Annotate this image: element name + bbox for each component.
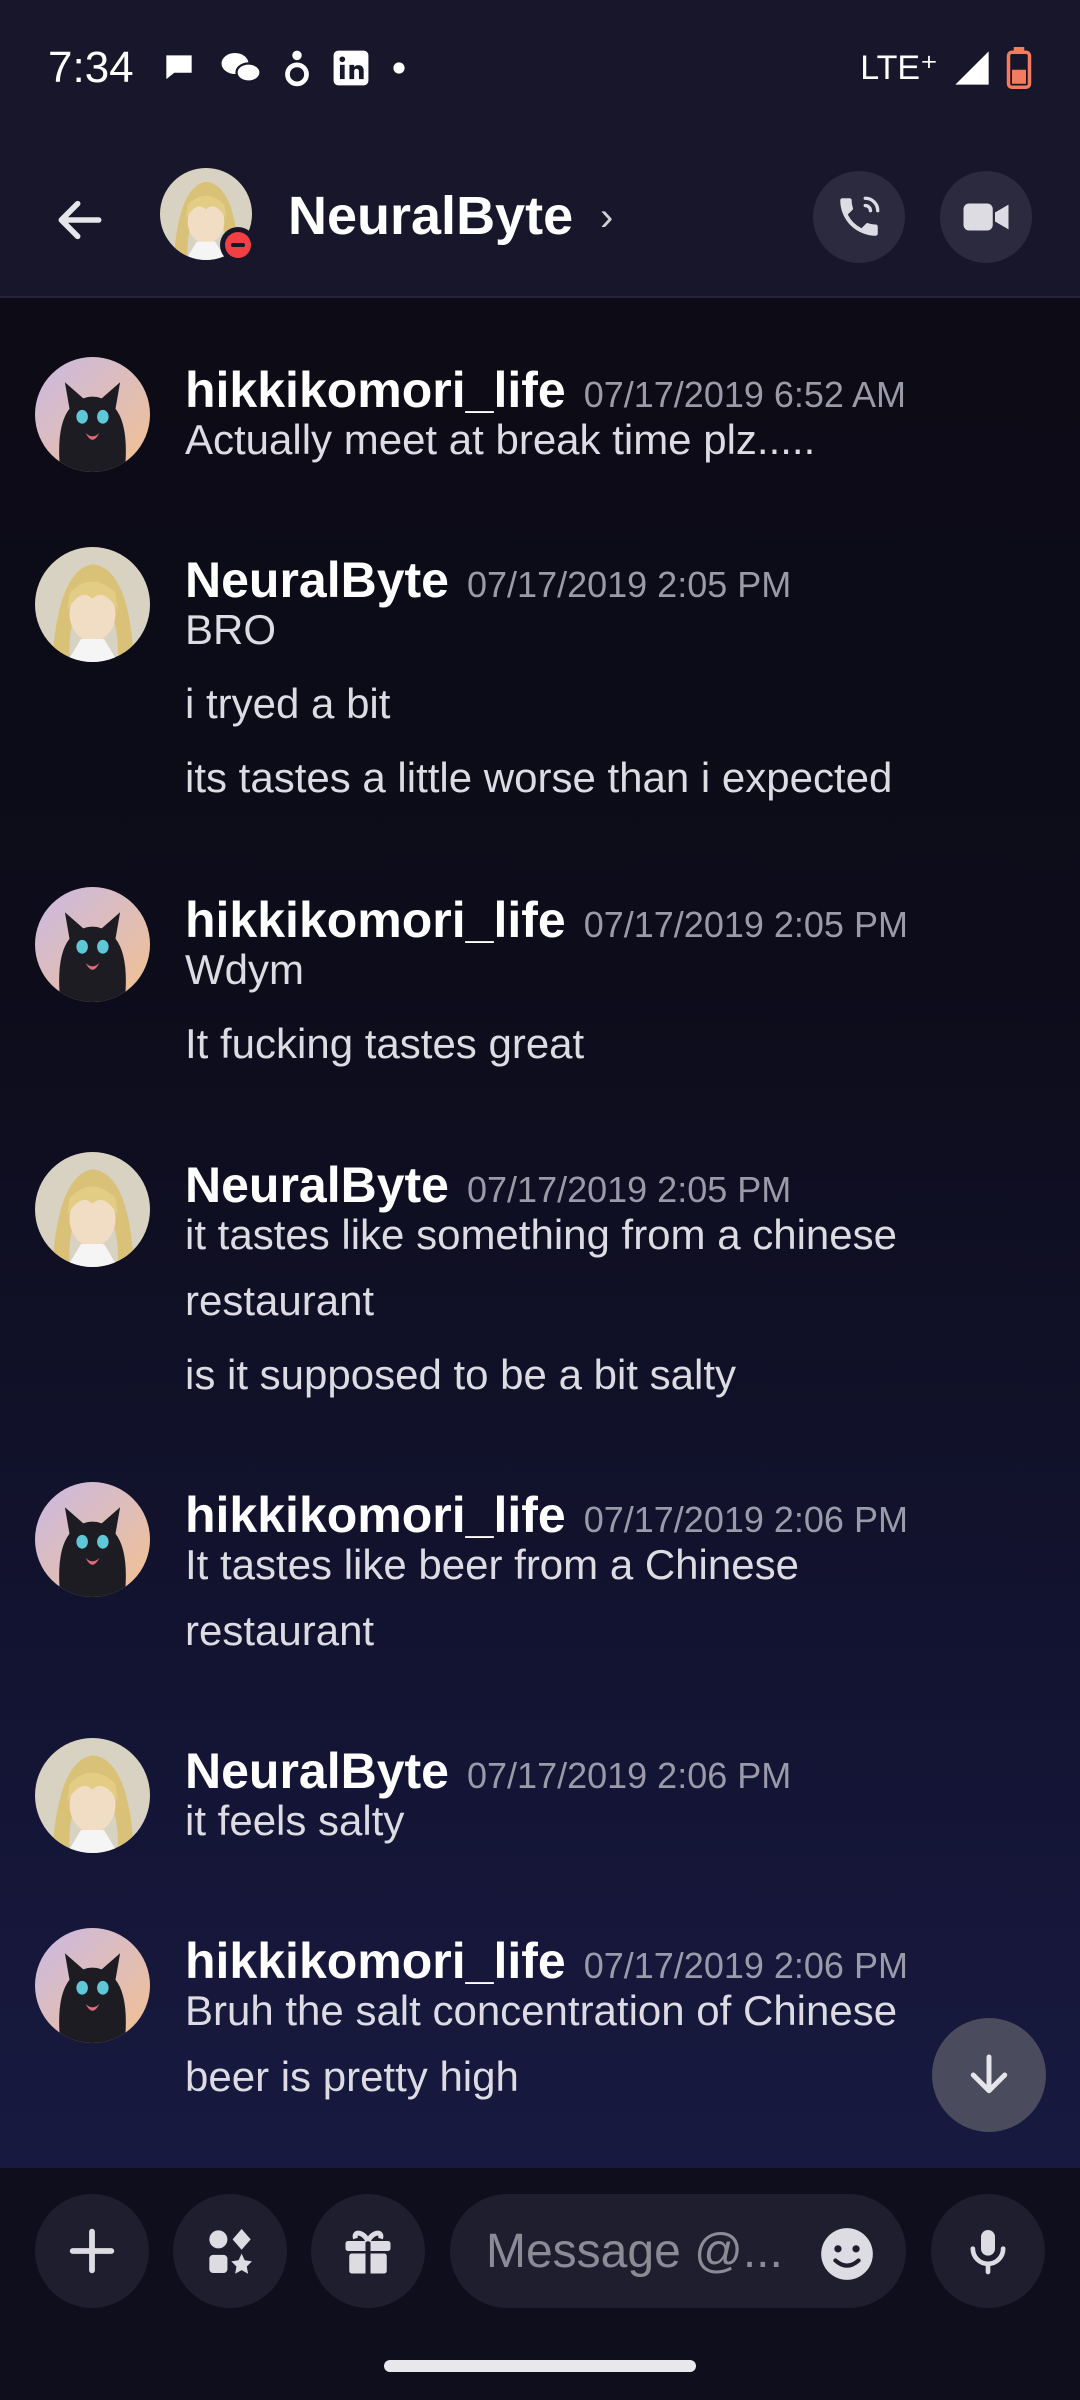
chat-header: NeuralByte › (0, 135, 1080, 298)
battery-icon (1006, 46, 1032, 89)
status-time: 7:34 (48, 42, 134, 92)
message-text: its tastes a little worse than i expecte… (185, 754, 893, 801)
video-camera-icon (963, 203, 1009, 231)
back-button[interactable] (40, 180, 120, 260)
avatar[interactable] (35, 547, 150, 662)
emoji-icon (821, 2228, 873, 2280)
apps-icon (209, 2229, 252, 2274)
gift-icon (345, 2230, 391, 2274)
home-indicator[interactable] (384, 2360, 696, 2372)
message-text: Bruh the salt concentration of Chinese (185, 1987, 898, 2034)
black-cat-avatar-icon (35, 1928, 150, 2043)
chat-bubble-icon (165, 54, 192, 79)
emoji-button[interactable] (816, 2223, 878, 2285)
blonde-anime-avatar-icon (35, 547, 150, 662)
microphone-icon (970, 2230, 1006, 2275)
wechat-icon (221, 52, 262, 83)
notification-icons (160, 49, 406, 87)
avatar[interactable] (35, 1738, 150, 1853)
phone-icon (840, 196, 880, 236)
voice-call-button[interactable] (813, 171, 905, 263)
chat-title[interactable]: NeuralByte (288, 185, 573, 247)
system-indicators: LTE⁺ (860, 46, 1032, 89)
black-cat-avatar-icon (35, 1482, 150, 1597)
black-cat-avatar-icon (35, 357, 150, 472)
message-text: It tastes like beer from a Chinese (185, 1541, 799, 1588)
plus-icon (69, 2228, 115, 2274)
avatar[interactable] (35, 887, 150, 1002)
video-call-button[interactable] (940, 171, 1032, 263)
message-text: beer is pretty high (185, 2053, 519, 2100)
avatar[interactable] (35, 1928, 150, 2043)
chevron-right-icon[interactable]: › (600, 195, 613, 240)
blonde-anime-avatar-icon (35, 1738, 150, 1853)
message-text: i tryed a bit (185, 680, 391, 727)
message-text: Wdym (185, 946, 304, 993)
linkedin-icon (333, 50, 369, 85)
message-timestamp: 07/17/2019 2:06 PM (467, 1755, 792, 1796)
black-cat-avatar-icon (35, 887, 150, 1002)
dot-icon (393, 61, 405, 74)
message-text: is it supposed to be a bit salty (185, 1351, 736, 1398)
scroll-to-bottom-button[interactable] (932, 2018, 1046, 2132)
avatar[interactable] (35, 1482, 150, 1597)
voice-message-button[interactable] (931, 2194, 1045, 2308)
message-text: restaurant (185, 1277, 375, 1324)
avatar[interactable] (35, 1152, 150, 1267)
message-text: it feels salty (185, 1797, 405, 1844)
message-text: Actually meet at break time plz..... (185, 416, 816, 463)
message-input-placeholder: Message @... (486, 2224, 783, 2278)
message-text: BRO (185, 606, 277, 653)
message-timestamp: 07/17/2019 2:05 PM (467, 564, 792, 605)
app-notification-icon (284, 50, 309, 86)
status-bar: 7:34 LTE⁺ (0, 0, 1080, 135)
gift-button[interactable] (311, 2194, 425, 2308)
avatar[interactable] (35, 357, 150, 472)
dnd-status-icon (220, 227, 256, 263)
signal-icon (955, 50, 989, 85)
network-type: LTE⁺ (860, 48, 938, 87)
attach-button[interactable] (35, 2194, 149, 2308)
blonde-anime-avatar-icon (35, 1152, 150, 1267)
message-timestamp: 07/17/2019 2:05 PM (583, 904, 908, 945)
apps-button[interactable] (173, 2194, 287, 2308)
message-text: restaurant (185, 1607, 375, 1654)
message-text: It fucking tastes great (185, 1020, 585, 1067)
back-arrow-icon (58, 200, 102, 240)
message-text: it tastes like something from a chinese (185, 1211, 897, 1258)
arrow-down-icon (970, 2054, 1008, 2094)
